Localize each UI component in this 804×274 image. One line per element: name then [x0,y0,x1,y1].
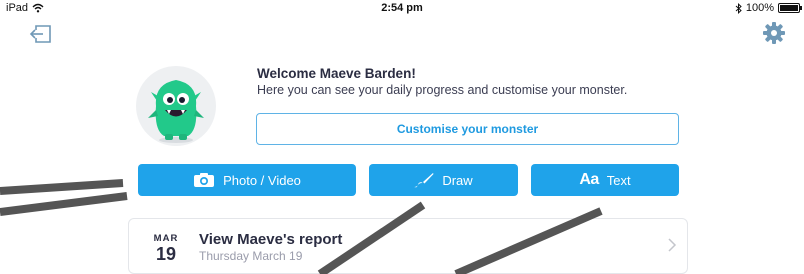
monster-icon [148,80,204,143]
status-time: 2:54 pm [381,2,423,14]
camera-icon [194,173,215,187]
report-subtitle: Thursday March 19 [199,249,303,263]
annotation-stroke-2 [0,192,128,216]
logout-button[interactable] [28,23,54,45]
text-label: Text [606,172,631,188]
gear-icon [763,22,785,44]
welcome-description: Here you can see your daily progress and… [257,83,628,97]
logout-icon [29,25,51,43]
brush-icon [414,173,434,188]
welcome-title: Welcome Maeve Barden! [257,66,416,81]
draw-button[interactable]: Draw [369,164,518,196]
settings-button[interactable] [762,21,786,45]
chevron-right-icon [668,238,677,252]
battery-percent: 100% [745,2,774,14]
text-button[interactable]: Aa Text [531,164,679,196]
bluetooth-icon [735,2,742,14]
draw-label: Draw [442,172,473,188]
customise-monster-label: Customise your monster [396,122,539,136]
battery-icon [778,3,802,13]
text-icon: Aa [579,171,599,188]
report-title: View Maeve's report [199,231,343,248]
battery-fill [780,5,798,11]
view-report-row[interactable]: MAR 19 View Maeve's report Thursday Marc… [128,218,688,274]
photo-video-button[interactable]: Photo / Video [138,164,356,196]
report-date-day: 19 [155,244,177,264]
annotation-stroke-1 [0,179,124,195]
monster-avatar [136,66,216,146]
status-bar-right: 100% [735,2,802,14]
customise-monster-button[interactable]: Customise your monster [256,113,679,145]
report-date-month: MAR [153,233,179,244]
photo-video-label: Photo / Video [223,172,301,188]
status-bar: iPad 2:54 pm 100% [0,0,804,18]
